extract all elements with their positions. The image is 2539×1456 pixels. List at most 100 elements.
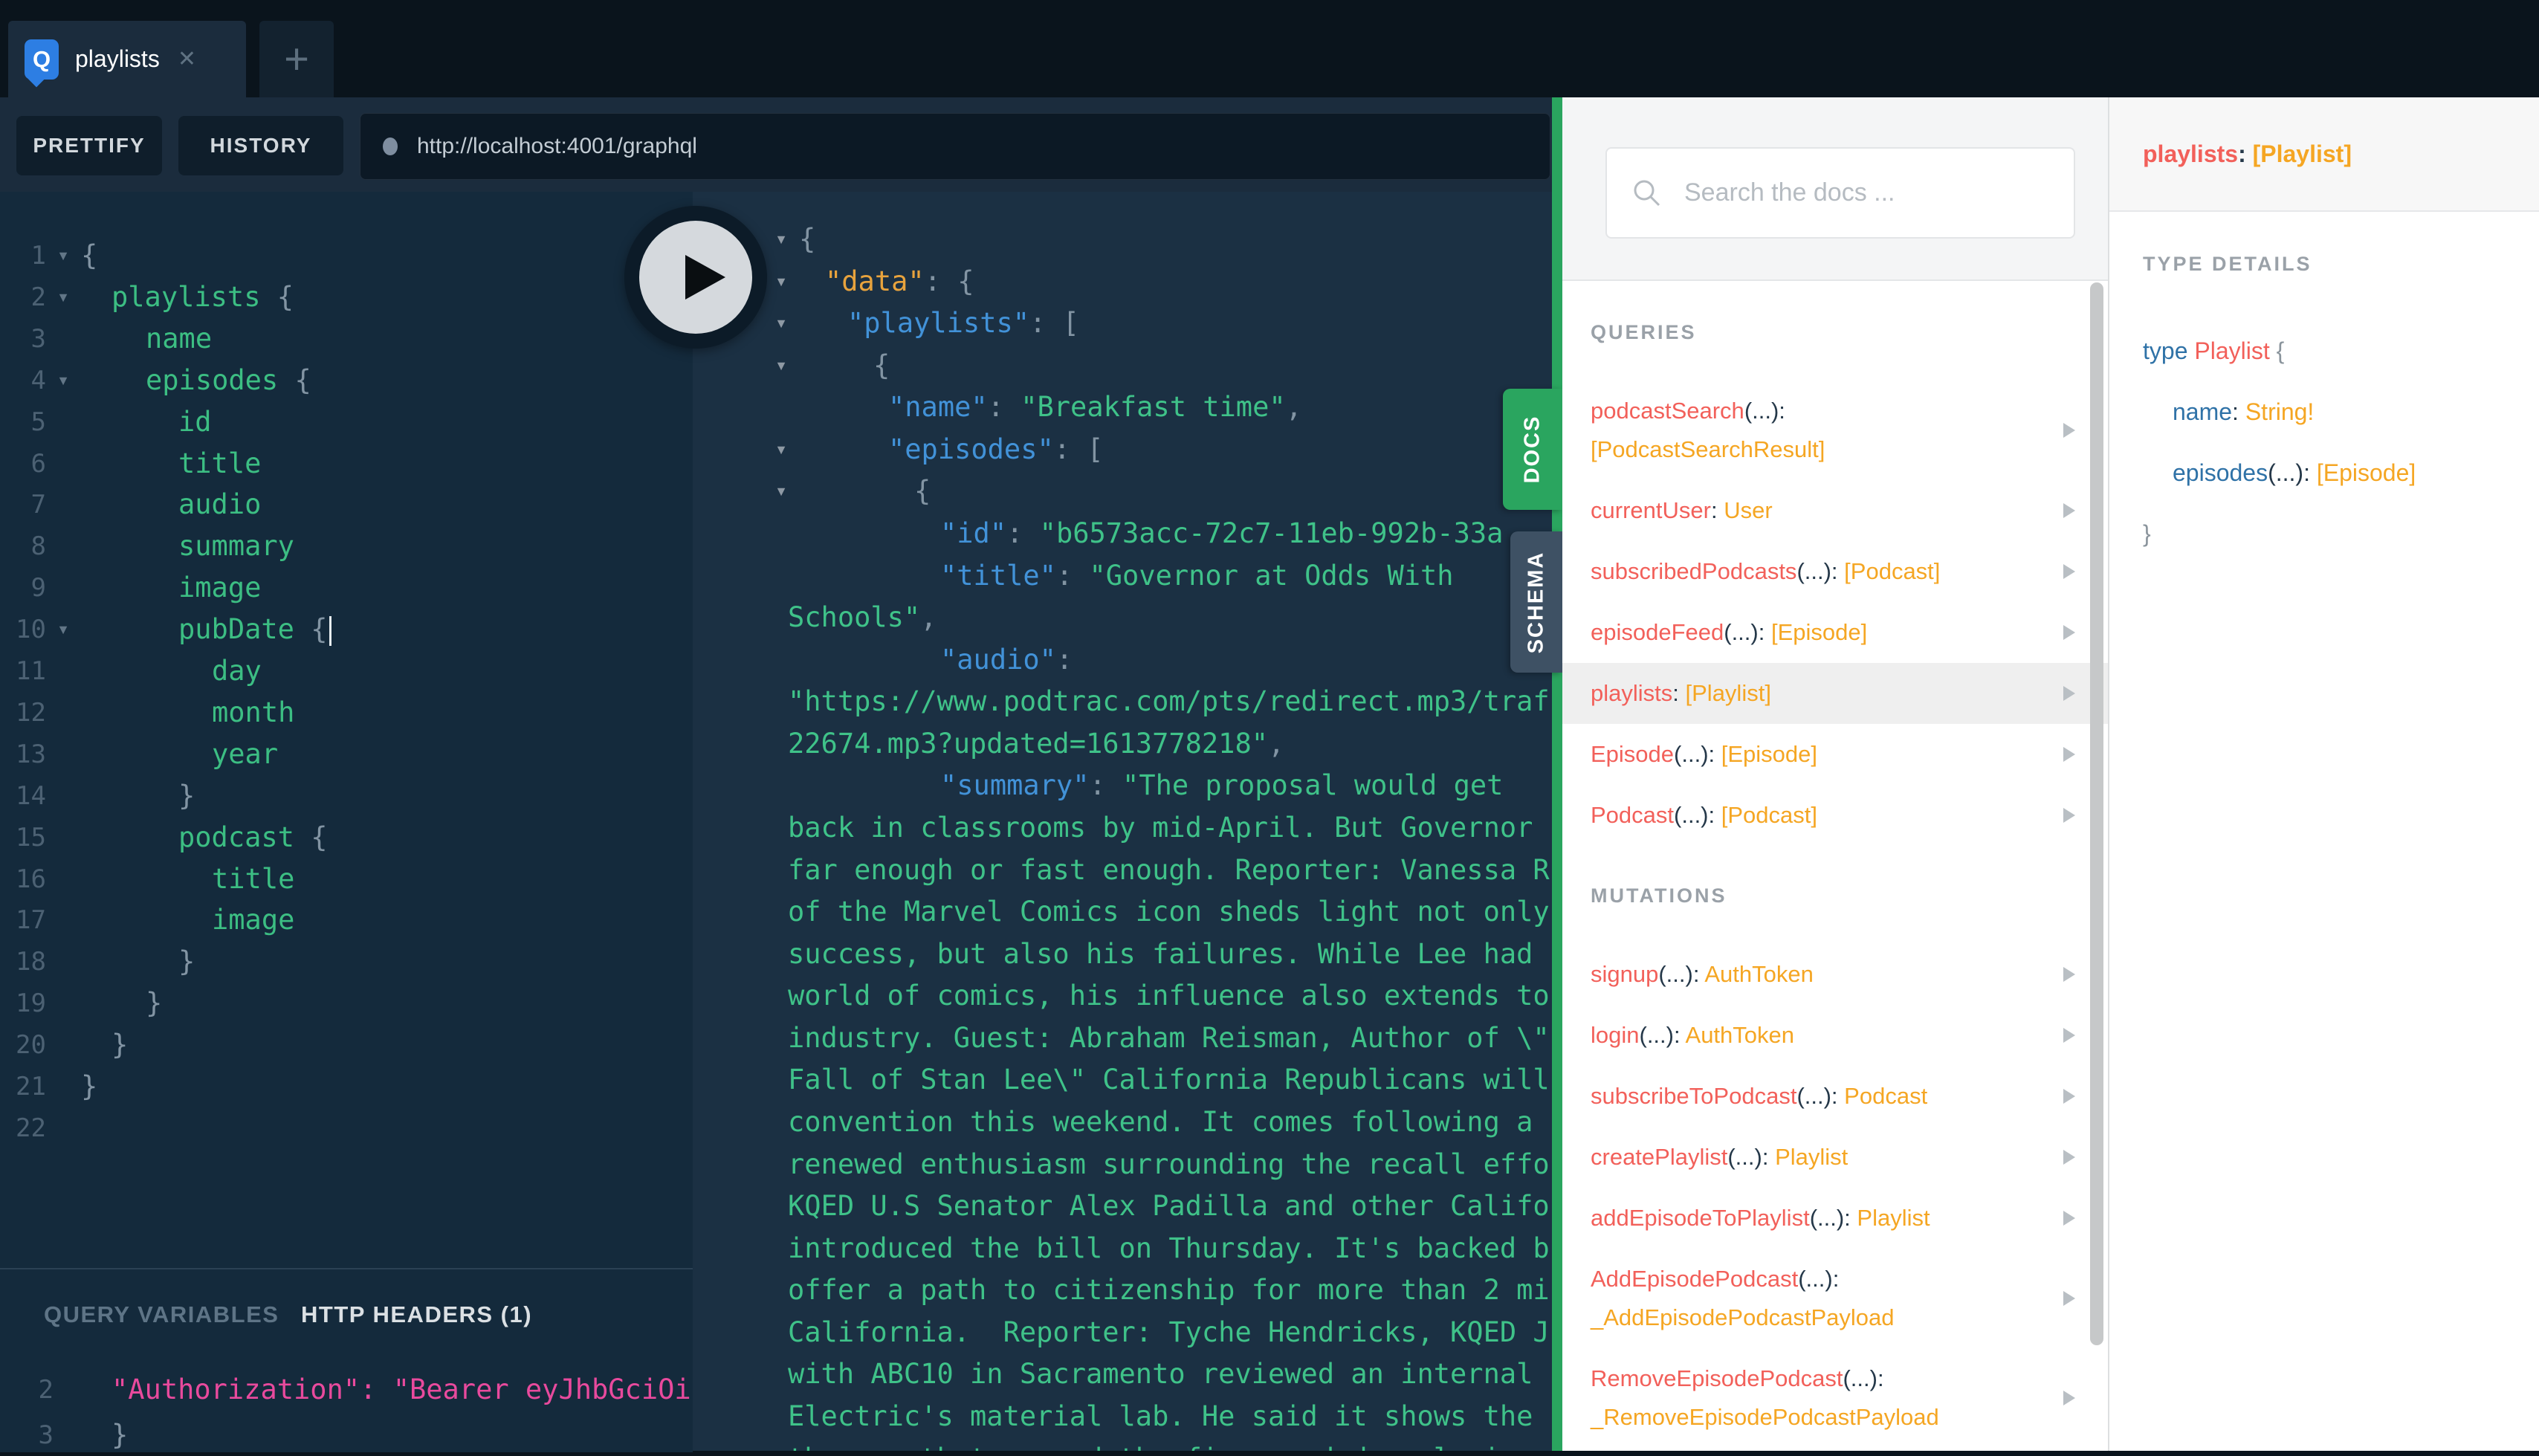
expand-arrow-icon[interactable]: [2063, 625, 2075, 640]
endpoint-url-bar[interactable]: http://localhost:4001/graphql: [360, 113, 1550, 180]
expand-arrow-icon[interactable]: [2063, 423, 2075, 438]
docs-item-login[interactable]: login(...): AuthToken: [1562, 1005, 2108, 1066]
docs-divider[interactable]: [1552, 97, 1562, 1451]
response-code-line: "episodes": [: [888, 433, 1104, 465]
editor-line-number: 7: [30, 490, 46, 520]
editor-code-line[interactable]: playlists {: [111, 276, 294, 318]
response-code-line: back in classrooms by mid-April. But Gov…: [788, 812, 1550, 844]
prettify-button[interactable]: PRETTIFY: [16, 116, 162, 175]
history-button[interactable]: HISTORY: [178, 116, 343, 175]
fold-arrow-icon[interactable]: ▼: [52, 609, 74, 650]
response-code-line: {: [799, 223, 816, 255]
tab-http-headers[interactable]: HTTP HEADERS (1): [301, 1296, 532, 1333]
fold-arrow-icon[interactable]: ▼: [52, 360, 74, 401]
expand-arrow-icon[interactable]: [2063, 503, 2075, 518]
editor-code-line[interactable]: summary: [178, 525, 294, 567]
type-field-name[interactable]: name: String!: [2143, 381, 2416, 442]
tab-playlists[interactable]: Q playlists ✕: [8, 21, 246, 97]
docs-item-currentUser[interactable]: currentUser: User: [1562, 480, 2108, 541]
type-decl-line: type Playlist {: [2143, 337, 2285, 364]
docs-section-header: QUERIES: [1591, 321, 1697, 343]
new-tab-button[interactable]: +: [259, 21, 334, 97]
editor-code-line[interactable]: audio: [178, 484, 261, 525]
editor-code-line[interactable]: title: [212, 858, 294, 900]
response-viewer[interactable]: ▼{▼ "data": {▼ "playlists": [▼{"name": "Br…: [693, 192, 1552, 1451]
type-details-code: type Playlist { name: String! episodes(..…: [2143, 320, 2416, 564]
editor-code-line[interactable]: month: [212, 692, 294, 734]
expand-arrow-icon[interactable]: [2063, 1291, 2075, 1306]
response-code-line: "audio":: [940, 644, 1073, 676]
docs-scrollbar[interactable]: [2090, 282, 2103, 1345]
expand-arrow-icon[interactable]: [2063, 967, 2075, 982]
editor-code-line[interactable]: }: [81, 1066, 97, 1107]
editor-code-line[interactable]: {: [81, 235, 97, 276]
fold-arrow-icon[interactable]: ▼: [770, 219, 792, 260]
editor-code-line[interactable]: episodes {: [146, 360, 311, 401]
editor-code-line[interactable]: }: [178, 941, 195, 983]
response-code-line: world of comics, his influence also exte…: [788, 980, 1550, 1012]
fold-arrow-icon[interactable]: ▼: [770, 302, 792, 344]
expand-arrow-icon[interactable]: [2063, 1150, 2075, 1165]
docs-item-podcastSearch[interactable]: podcastSearch(...): [PodcastSearchResult]: [1562, 381, 2108, 480]
docs-item-signup[interactable]: signup(...): AuthToken: [1562, 944, 2108, 1005]
fold-arrow-icon[interactable]: ▼: [770, 429, 792, 470]
headers-code-line[interactable]: }: [111, 1414, 128, 1456]
tab-bar: Q playlists ✕ +: [0, 0, 2539, 97]
fold-arrow-icon[interactable]: ▼: [52, 235, 74, 276]
docs-item-addEpisodeToPlaylist[interactable]: addEpisodeToPlaylist(...): Playlist: [1562, 1188, 2108, 1249]
editor-code-line[interactable]: }: [178, 775, 195, 817]
editor-code-line[interactable]: podcast {: [178, 817, 328, 858]
expand-arrow-icon[interactable]: [2063, 1391, 2075, 1405]
expand-arrow-icon[interactable]: [2063, 808, 2075, 823]
response-code-line: Schools",: [788, 601, 937, 633]
expand-arrow-icon[interactable]: [2063, 747, 2075, 762]
expand-arrow-icon[interactable]: [2063, 1028, 2075, 1043]
docs-side-tab[interactable]: DOCS: [1503, 389, 1562, 510]
headers-code-line[interactable]: "Authorization": "Bearer eyJhbGciOi: [111, 1369, 691, 1411]
docs-search-box[interactable]: [1605, 147, 2075, 239]
response-code-line: "https://www.podtrac.com/pts/redirect.mp…: [788, 685, 1550, 717]
tab-query-variables[interactable]: QUERY VARIABLES: [44, 1296, 279, 1333]
editor-code-line[interactable]: name: [146, 318, 212, 360]
type-details-heading: TYPE DETAILS: [2143, 253, 2312, 275]
detail-field-name: playlists: [2143, 140, 2239, 167]
type-field-episodes[interactable]: episodes(...): [Episode]: [2143, 442, 2416, 503]
fold-arrow-icon[interactable]: ▼: [770, 470, 792, 512]
query-editor[interactable]: 1 ▼{2 ▼ playlists {3 name 4 ▼ episodes {5 id 6 tit…: [0, 192, 693, 1451]
docs-item-episodeFeed[interactable]: episodeFeed(...): [Episode]: [1562, 602, 2108, 663]
docs-item-AddEpisodePodcast[interactable]: AddEpisodePodcast(...): _AddEpisodePodcas…: [1562, 1249, 2108, 1348]
editor-code-line[interactable]: image: [178, 567, 261, 609]
expand-arrow-icon[interactable]: [2063, 1089, 2075, 1104]
docs-search-input[interactable]: [1683, 178, 2042, 208]
editor-code-line[interactable]: image: [212, 899, 294, 941]
fold-arrow-icon[interactable]: ▼: [770, 261, 792, 302]
docs-item-playlists[interactable]: playlists: [Playlist]: [1562, 663, 2108, 724]
docs-item-RemoveEpisodePodcast[interactable]: RemoveEpisodePodcast(...): _RemoveEpisode…: [1562, 1348, 2108, 1448]
execute-query-button[interactable]: [624, 206, 767, 349]
plus-icon: +: [284, 35, 309, 83]
expand-arrow-icon[interactable]: [2063, 1211, 2075, 1226]
editor-code-line[interactable]: }: [146, 983, 162, 1024]
editor-code-line[interactable]: }: [111, 1024, 128, 1066]
docs-item-Podcast[interactable]: Podcast(...): [Podcast]: [1562, 785, 2108, 846]
fold-arrow-icon[interactable]: ▼: [52, 276, 74, 318]
response-code-line: Electric's material lab. He said it show…: [788, 1400, 1550, 1432]
editor-code-line[interactable]: day: [212, 650, 262, 692]
schema-side-tab[interactable]: SCHEMA: [1510, 531, 1562, 673]
editor-code-line[interactable]: id: [178, 401, 212, 443]
docs-item-createPlaylist[interactable]: createPlaylist(...): Playlist: [1562, 1127, 2108, 1188]
docs-item-Episode[interactable]: Episode(...): [Episode]: [1562, 724, 2108, 785]
docs-item-subscribedPodcasts[interactable]: subscribedPodcasts(...): [Podcast]: [1562, 541, 2108, 602]
editor-code-line[interactable]: year: [212, 734, 278, 775]
editor-code-line[interactable]: title: [178, 443, 261, 485]
editor-line-number: 15: [16, 823, 46, 852]
fold-arrow-icon[interactable]: ▼: [770, 345, 792, 386]
close-tab-icon[interactable]: ✕: [178, 46, 196, 72]
response-code-line: "summary": "The proposal would get: [940, 769, 1504, 801]
docs-item-subscribeToPodcast[interactable]: subscribeToPodcast(...): Podcast: [1562, 1066, 2108, 1127]
expand-arrow-icon[interactable]: [2063, 686, 2075, 701]
docs-section-header: MUTATIONS: [1591, 884, 1727, 907]
expand-arrow-icon[interactable]: [2063, 564, 2075, 579]
editor-code-line[interactable]: pubDate {: [178, 609, 331, 650]
detail-header: playlists: [Playlist]: [2109, 97, 2539, 212]
